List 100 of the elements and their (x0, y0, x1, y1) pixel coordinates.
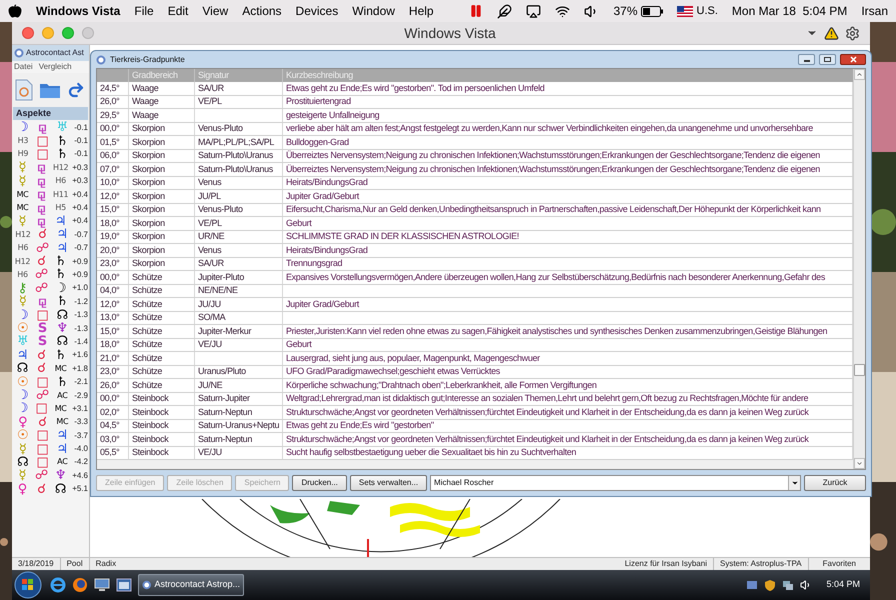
scroll-thumb[interactable] (854, 364, 865, 376)
close-button[interactable] (840, 54, 866, 65)
table-cell: 21,0° (97, 352, 129, 364)
settings-icon[interactable] (845, 26, 860, 40)
planet-symbol: ☽ (16, 308, 30, 322)
table-cell: 18,0° (97, 338, 129, 351)
scrollbar[interactable] (853, 69, 865, 469)
menu-item[interactable]: View (202, 2, 228, 20)
menu-item[interactable]: Edit (168, 2, 188, 20)
dialog-title: Tierkreis-Gradpunkte (110, 54, 186, 66)
menu-item[interactable]: Actions (242, 2, 282, 20)
battery-icon[interactable] (640, 6, 663, 16)
monitor-icon[interactable] (94, 578, 110, 592)
user-name[interactable]: Irsan (861, 2, 888, 20)
table-row[interactable]: 23,0° Schütze Uranus/Pluto UFO Grad/Paradigmawechsel;geschieht etwas Verrücktes (97, 366, 853, 379)
table-cell: Venus (198, 244, 222, 256)
table-row[interactable]: 05,5° Steinbock VE/JU Sucht haufig selbstbestaetigung ueber die Sexualitaet bis hin zu Suchtverhalten (97, 446, 853, 460)
table-row[interactable]: 10,0° Skorpion Venus Heirats/BindungsGrad (97, 176, 853, 190)
table-cell: Skorpion (129, 190, 195, 202)
table-row[interactable]: 03,0° Steinbock Saturn-Neptun Strukturschwäche;Angst vor geordneten Verhältnissen;fürchtet Eindeutigkeit und Klarheit in der Entscheidung,da es dann ja keinen Weg zurück (97, 433, 853, 446)
network-icon[interactable] (782, 579, 794, 591)
redo-icon[interactable] (67, 81, 85, 99)
table-row[interactable]: 04,0° Schütze NE/NE/NE (97, 284, 853, 298)
table-row[interactable]: 00,0° Skorpion Venus-Pluto verliebe aber hält am alten fest;Angst festgelegt zu werden,Kann nur schwer Verbindlichkeiten eingehen,da unangenehme und unvorhersehbare (97, 122, 853, 136)
pause-icon[interactable] (469, 3, 484, 19)
table-row[interactable]: 04,5° Steinbock Saturn-Uranus+Neptu Etwas geht zu Ende;Es wird "gestorben" (97, 420, 853, 433)
window-icon[interactable] (116, 578, 132, 592)
table-row[interactable]: 07,0° Skorpion Saturn-Pluto\Uranus Überreiztes Nervensystem;Neigung zu chronischen Infektionen;Wachstumsstörungen;Erkrankungen der Geschlechtsorgane;Tendenz die eigenen (97, 163, 853, 176)
aspect-symbol: □ (35, 376, 50, 389)
table-cell: 05,5° (97, 446, 129, 459)
taskbar-button[interactable]: Astrocontact Astrop... (138, 574, 244, 596)
table-row[interactable]: 00,0° Schütze Jupiter-Pluto Expansives Vorstellungsvermögen,Andere überzeugen wollen,Hang zur Selbstüberschätzung,Bedürfnis nach besonderer Anerkennung,Gefahr des (97, 271, 853, 284)
table-cell: Geburt (286, 338, 312, 351)
scroll-down-button[interactable] (854, 458, 865, 469)
browser-icon[interactable] (50, 577, 66, 593)
menu-item[interactable]: Vergleich (38, 61, 72, 73)
start-button[interactable] (12, 571, 44, 599)
planet-symbol: ☽ (16, 121, 30, 134)
table-row[interactable]: 24,5° Waage SA/UR Etwas geht zu Ende;Es wird "gestorben". Tod im persoenlichen Umfeld (97, 82, 853, 96)
wifi-icon[interactable] (555, 4, 570, 18)
table-row[interactable]: 23,0° Skorpion SA/UR Trennungsgrad (97, 258, 853, 271)
table-row[interactable]: 18,0° Schütze VE/JU Geburt (97, 338, 853, 352)
input-source[interactable]: U.S. (696, 2, 718, 20)
menu-item[interactable]: File (134, 2, 154, 20)
table-cell: Schütze (129, 366, 195, 378)
orb-value: -2.9 (74, 390, 88, 402)
tray-icon[interactable] (746, 579, 758, 591)
browser-icon[interactable] (72, 577, 88, 593)
menu-item[interactable]: Window (352, 2, 395, 20)
table-row[interactable]: 19,0° Skorpion UR/NE SCHLIMMSTE GRAD IN DER KLASSISCHEN ASTROLOGIE! (97, 230, 853, 244)
table-row[interactable]: 29,5° Waage gesteigerte Unfallneigung (97, 109, 853, 122)
orb-value: +1.8 (72, 362, 88, 375)
table-cell: JU/JU (198, 298, 221, 310)
table-row[interactable]: 12,0° Schütze JU/JU Jupiter Grad/Geburt (97, 298, 853, 312)
menu-item[interactable]: Help (408, 2, 434, 20)
orb-value: -1.3 (74, 322, 88, 335)
table-row[interactable]: 15,0° Schütze Jupiter-Merkur Priester,Juristen:Kann viel reden ohne etwas zu sagen,Fähigkeit analystisches und synthesisches Denken zusammenzubringen,Geistige Blähungen (97, 325, 853, 338)
table-row[interactable]: 01,5° Skorpion MA/PL;PL/PL;SA/PL Bulldoggen-Grad (97, 136, 853, 150)
table-row[interactable]: 02,0° Steinbock Saturn-Neptun Strukturschwäche;Angst vor geordneten Verhältnissen;fürchtet Eindeutigkeit und Klarheit in der Entscheidung,da es dann ja keinen Weg zurück (97, 406, 853, 420)
table-cell: Schütze (129, 352, 195, 364)
dialog-button[interactable]: Sets verwalten... (350, 475, 428, 491)
menu-item[interactable]: Datei (14, 61, 33, 73)
taskbar-clock[interactable]: 5:04 PM (826, 578, 860, 592)
maximize-button[interactable] (819, 54, 836, 65)
dialog-button[interactable]: Drucken... (292, 475, 347, 491)
shield-icon[interactable] (764, 579, 776, 591)
table-cell: 15,0° (97, 204, 129, 216)
app-menu[interactable]: Windows Vista (36, 2, 120, 20)
apple-icon[interactable] (8, 4, 22, 18)
set-dropdown[interactable]: Michael Roscher (430, 475, 801, 491)
minimize-button[interactable] (798, 54, 815, 65)
table-row[interactable]: 13,0° Schütze SO/MA (97, 312, 853, 325)
orb-value: -2.1 (74, 376, 88, 388)
table-row[interactable]: 26,0° Schütze JU/NE Körperliche schwachung;"Drahtnach oben";Leberkrankheit, alle Formen Vergiftungen (97, 379, 853, 392)
table-row[interactable]: 06,0° Skorpion Saturn-Pluto\Uranus Überreiztes Nervensystem;Neigung zu chronischen Infektionen;Wachstumsstörungen;Erkrankungen der Geschlechtsorgane;Tendenz die eigenen (97, 150, 853, 163)
table-cell: Prostituiertengrad (286, 96, 351, 108)
table-row[interactable]: 18,0° Skorpion VE/PL Geburt (97, 217, 853, 230)
planet-symbol: ☿ (18, 442, 27, 456)
menu-clock[interactable]: Mon Mar 18 5:04 PM (732, 2, 848, 20)
feather-icon[interactable] (497, 4, 512, 18)
table-row[interactable]: 00,0° Steinbock Saturn-Jupiter Weltgrad;Lehrergrad,man ist didaktisch gut;Interesse an sozialen Themen,Lehrt und belehrt gern,Oft bezug zu Rechtsfragen,Möchte für andere (97, 392, 853, 406)
back-button[interactable]: Zurück (804, 475, 866, 491)
warning-icon[interactable] (824, 26, 839, 40)
table-cell: 00,0° (97, 122, 129, 135)
menu-item[interactable]: Devices (296, 2, 338, 20)
table-row[interactable]: 26,0° Waage VE/PL Prostituiertengrad (97, 96, 853, 109)
table-row[interactable]: 20,0° Skorpion Venus Heirats/BindungsGrad (97, 244, 853, 258)
table-cell: Expansives Vorstellungsvermögen,Andere überzeugen wollen,Hang zur Selbstüberschätzung,Bedürfnis nach besonderer Anerkennung,Gefahr des (286, 271, 825, 284)
flag-icon[interactable] (676, 6, 693, 16)
folder-icon[interactable] (39, 81, 61, 99)
table-cell: SA/UR (198, 258, 224, 270)
table-row[interactable]: 15,0° Skorpion Venus-Pluto Eifersucht,Charisma,Nur an Geld denken,Unbedingtheitsanspruch in Partnerschaften,passive Leidenschaft,Der Höhepunkt der Körperlichkeit kann (97, 204, 853, 217)
scroll-up-button[interactable] (854, 69, 865, 80)
table-row[interactable]: 12,0° Skorpion JU/PL Jupiter Grad/Geburt (97, 190, 853, 204)
airplay-icon[interactable] (526, 4, 542, 18)
planet-symbol: ♅ (16, 335, 30, 348)
planet-symbol: ☿ (18, 174, 28, 188)
table-cell: Saturn-Uranus+Neptu (198, 420, 280, 432)
table-row[interactable]: 21,0° Schütze Lausergrad, sieht jung aus, populaer, Magenpunkt, Magengeschwuer (97, 352, 853, 366)
orb-value: -0.1 (74, 148, 88, 160)
